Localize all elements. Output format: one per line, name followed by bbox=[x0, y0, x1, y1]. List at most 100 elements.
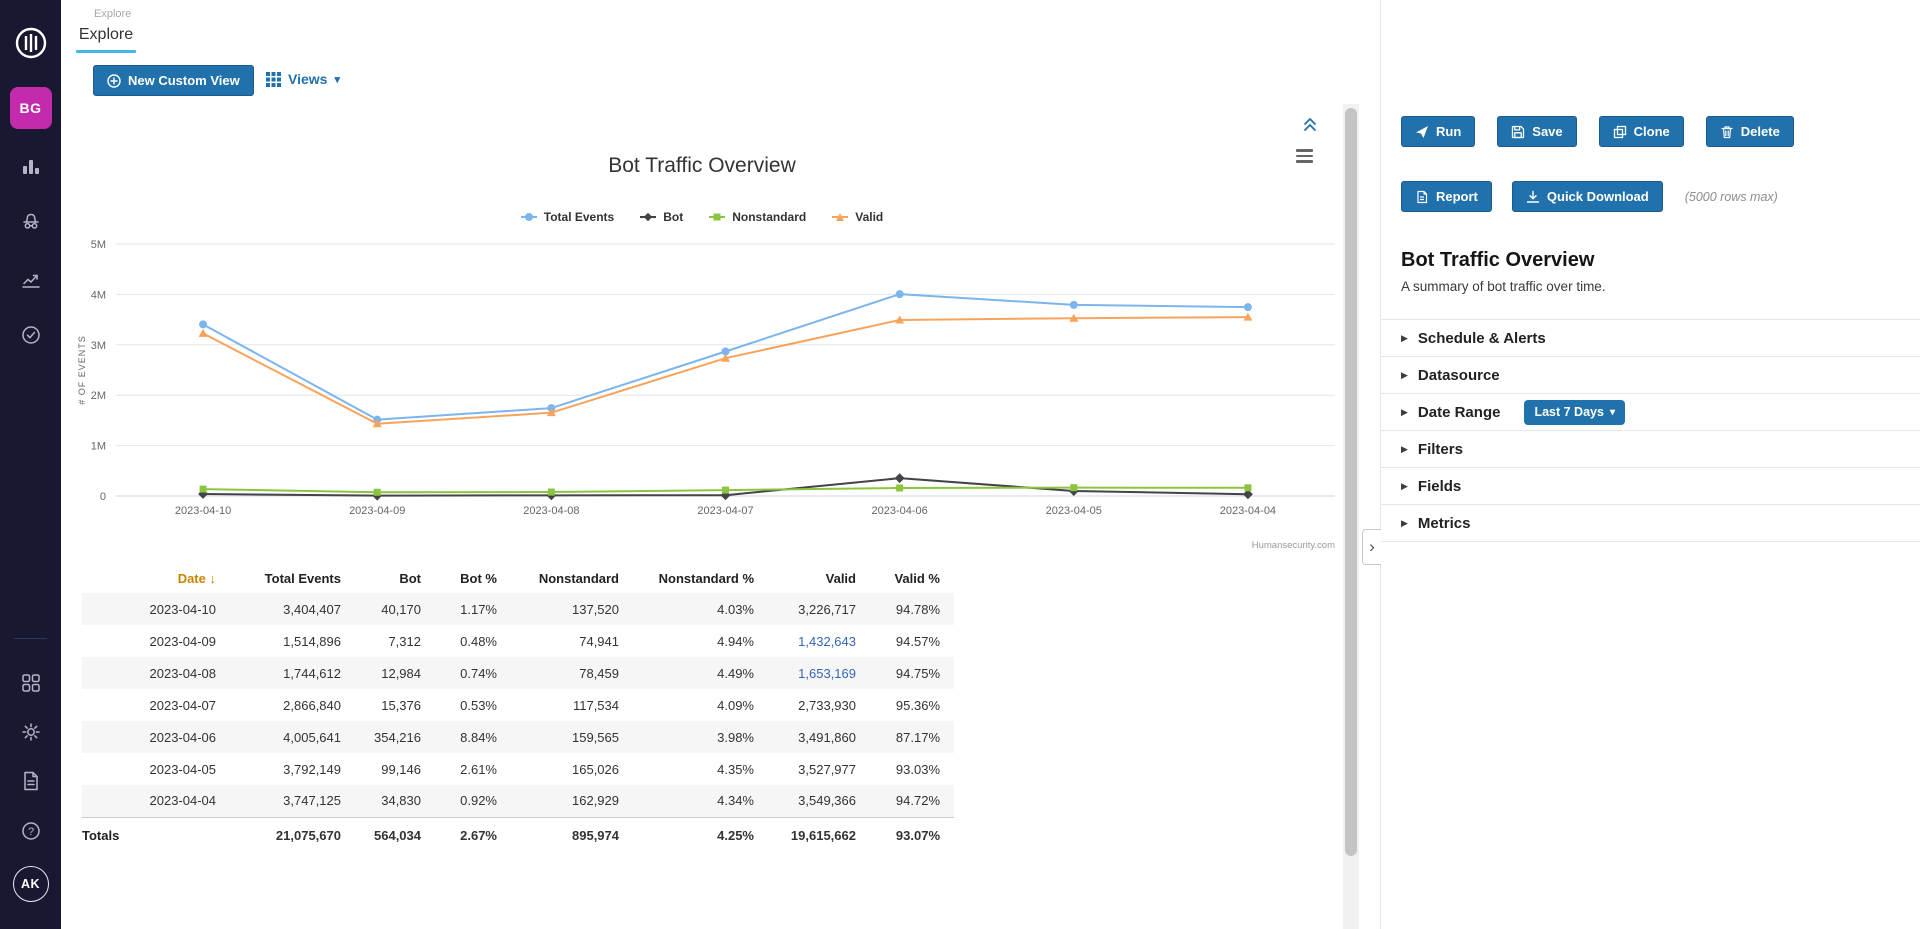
svg-text:2023-04-08: 2023-04-08 bbox=[523, 505, 579, 517]
table-cell: 3,491,860 bbox=[768, 721, 870, 753]
column-header[interactable]: Valid % bbox=[870, 563, 954, 593]
section-label: Date Range bbox=[1418, 404, 1501, 421]
new-custom-view-label: New Custom View bbox=[128, 73, 240, 88]
panel-export-actions: Report Quick Download (5000 rows max) bbox=[1401, 181, 1778, 212]
views-dropdown[interactable]: Views ▾ bbox=[266, 71, 340, 87]
table-cell[interactable]: 1,653,169 bbox=[768, 657, 870, 689]
chevron-right-icon: ▶ bbox=[1401, 370, 1408, 381]
chevron-right-icon: ▶ bbox=[1401, 444, 1408, 455]
vertical-scrollbar-track bbox=[1343, 104, 1359, 929]
traffic-table-body: 2023-04-103,404,40740,1701.17%137,5204.0… bbox=[82, 593, 954, 817]
vertical-scrollbar-thumb[interactable] bbox=[1345, 108, 1357, 856]
tab-explore[interactable]: Explore bbox=[76, 26, 136, 53]
section-schedule-alerts[interactable]: ▶Schedule & Alerts bbox=[1381, 320, 1920, 357]
bot-detection-icon bbox=[20, 210, 42, 232]
table-cell: 93.03% bbox=[870, 753, 954, 785]
table-cell: 1.17% bbox=[435, 593, 511, 625]
workspace-badge[interactable]: BG bbox=[10, 87, 52, 129]
clone-button[interactable]: Clone bbox=[1599, 116, 1684, 147]
view-subtitle: A summary of bot traffic over time. bbox=[1401, 279, 1606, 294]
views-label: Views bbox=[288, 71, 327, 87]
run-icon bbox=[1415, 125, 1429, 139]
table-row: 2023-04-081,744,61212,9840.74%78,4594.49… bbox=[82, 657, 954, 689]
table-row: 2023-04-043,747,12534,8300.92%162,9294.3… bbox=[82, 785, 954, 817]
sidebar: BG bbox=[0, 0, 61, 929]
table-cell: 2023-04-07 bbox=[82, 689, 230, 721]
table-row: 2023-04-064,005,641354,2168.84%159,5653.… bbox=[82, 721, 954, 753]
sidebar-item-analytics[interactable] bbox=[20, 268, 42, 290]
user-avatar-initials: AK bbox=[21, 877, 40, 891]
sidebar-item-dashboard[interactable] bbox=[20, 155, 42, 177]
svg-text:2023-04-05: 2023-04-05 bbox=[1046, 505, 1102, 517]
totals-cell: 4.25% bbox=[633, 817, 768, 853]
table-cell: 0.92% bbox=[435, 785, 511, 817]
sidebar-item-settings[interactable] bbox=[20, 721, 42, 743]
panel-expand-button[interactable]: › bbox=[1362, 529, 1381, 565]
table-cell: 2023-04-09 bbox=[82, 625, 230, 657]
table-cell: 2023-04-10 bbox=[82, 593, 230, 625]
column-header[interactable]: Nonstandard bbox=[511, 563, 633, 593]
download-icon bbox=[1526, 190, 1540, 204]
section-label: Metrics bbox=[1418, 515, 1471, 532]
table-cell: 2023-04-08 bbox=[82, 657, 230, 689]
table-cell: 4.94% bbox=[633, 625, 768, 657]
table-cell: 2023-04-05 bbox=[82, 753, 230, 785]
table-header-row: Date ↓Total EventsBotBot %NonstandardNon… bbox=[82, 563, 954, 593]
table-cell: 3,404,407 bbox=[230, 593, 355, 625]
column-header[interactable]: Nonstandard % bbox=[633, 563, 768, 593]
table-cell: 4.34% bbox=[633, 785, 768, 817]
tab-active-underline bbox=[76, 50, 136, 53]
table-cell: 165,026 bbox=[511, 753, 633, 785]
table-row: 2023-04-072,866,84015,3760.53%117,5344.0… bbox=[82, 689, 954, 721]
table-cell: 137,520 bbox=[511, 593, 633, 625]
svg-text:2M: 2M bbox=[91, 390, 106, 402]
delete-button[interactable]: Delete bbox=[1706, 116, 1794, 147]
sidebar-item-apps[interactable] bbox=[20, 672, 42, 694]
section-fields[interactable]: ▶Fields bbox=[1381, 468, 1920, 505]
svg-text:2023-04-07: 2023-04-07 bbox=[697, 505, 753, 517]
table-cell: 117,534 bbox=[511, 689, 633, 721]
section-metrics[interactable]: ▶Metrics bbox=[1381, 505, 1920, 542]
section-date-range[interactable]: ▶Date RangeLast 7 Days▾ bbox=[1381, 394, 1920, 431]
run-button[interactable]: Run bbox=[1401, 116, 1475, 147]
column-header[interactable]: Date ↓ bbox=[82, 563, 230, 593]
sidebar-item-docs[interactable] bbox=[20, 770, 42, 792]
new-custom-view-button[interactable]: New Custom View bbox=[93, 65, 254, 96]
section-label: Schedule & Alerts bbox=[1418, 330, 1546, 347]
save-icon bbox=[1511, 125, 1525, 139]
sidebar-item-monitoring[interactable] bbox=[20, 324, 42, 346]
table-cell: 15,376 bbox=[355, 689, 435, 721]
svg-text:# OF EVENTS: # OF EVENTS bbox=[77, 335, 87, 405]
report-button[interactable]: Report bbox=[1401, 181, 1492, 212]
sidebar-item-help[interactable]: ? bbox=[20, 820, 42, 842]
table-cell: 74,941 bbox=[511, 625, 633, 657]
date-range-select[interactable]: Last 7 Days▾ bbox=[1524, 400, 1625, 425]
clone-icon bbox=[1613, 125, 1627, 139]
table-cell: 1,744,612 bbox=[230, 657, 355, 689]
column-header[interactable]: Bot bbox=[355, 563, 435, 593]
table-cell: 159,565 bbox=[511, 721, 633, 753]
user-avatar[interactable]: AK bbox=[13, 866, 49, 902]
quick-download-button[interactable]: Quick Download bbox=[1512, 181, 1663, 212]
column-header[interactable]: Total Events bbox=[230, 563, 355, 593]
svg-text:4M: 4M bbox=[91, 289, 106, 301]
workspace-badge-label: BG bbox=[20, 100, 42, 116]
section-label: Filters bbox=[1418, 441, 1463, 458]
section-filters[interactable]: ▶ Filters bbox=[1381, 431, 1920, 468]
table-cell: 1,514,896 bbox=[230, 625, 355, 657]
column-header[interactable]: Valid bbox=[768, 563, 870, 593]
sidebar-item-bot-detection[interactable] bbox=[20, 210, 42, 232]
save-button[interactable]: Save bbox=[1497, 116, 1576, 147]
report-icon bbox=[1415, 190, 1429, 204]
svg-text:2023-04-09: 2023-04-09 bbox=[349, 505, 405, 517]
table-cell: 3,527,977 bbox=[768, 753, 870, 785]
chart-credits[interactable]: Humansecurity.com bbox=[1252, 540, 1335, 551]
chart-card: Bot Traffic Overview Total EventsBotNons… bbox=[61, 104, 1343, 559]
human-logo[interactable] bbox=[14, 26, 48, 60]
column-header[interactable]: Bot % bbox=[435, 563, 511, 593]
table-cell: 34,830 bbox=[355, 785, 435, 817]
right-panel: Run Save Clone Delete bbox=[1380, 0, 1920, 929]
table-cell[interactable]: 1,432,643 bbox=[768, 625, 870, 657]
table-cell: 4,005,641 bbox=[230, 721, 355, 753]
section-datasource[interactable]: ▶Datasource bbox=[1381, 357, 1920, 394]
